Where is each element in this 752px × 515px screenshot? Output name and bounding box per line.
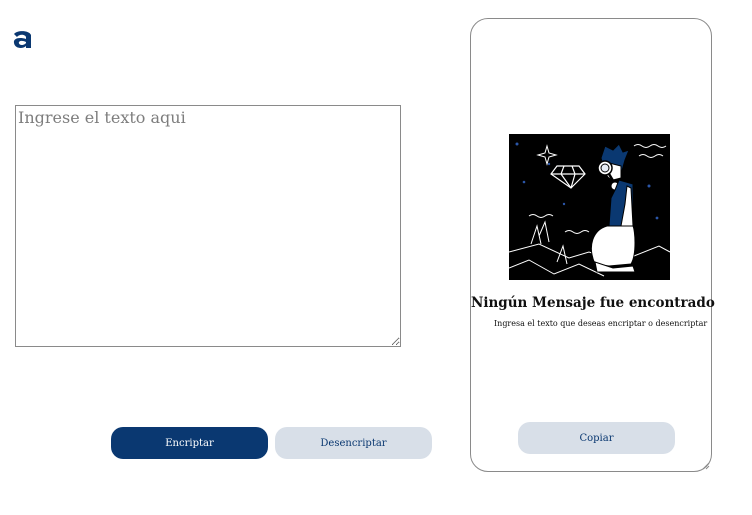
decrypt-button[interactable]: Desencriptar [275,427,432,459]
empty-state-subtitle: Ingresa el texto que deseas encriptar o … [494,319,708,328]
output-panel: Ningún Mensaje fue encontrado Ingresa el… [470,18,715,472]
empty-state-title: Ningún Mensaje fue encontrado [471,295,715,311]
copy-button[interactable]: Copiar [518,422,675,454]
encrypt-button[interactable]: Encriptar [111,427,268,459]
person-with-magnifier-illustration [509,134,670,280]
alura-logo-icon [13,31,32,48]
text-input[interactable] [15,105,401,347]
resize-grip-icon[interactable] [702,462,710,470]
